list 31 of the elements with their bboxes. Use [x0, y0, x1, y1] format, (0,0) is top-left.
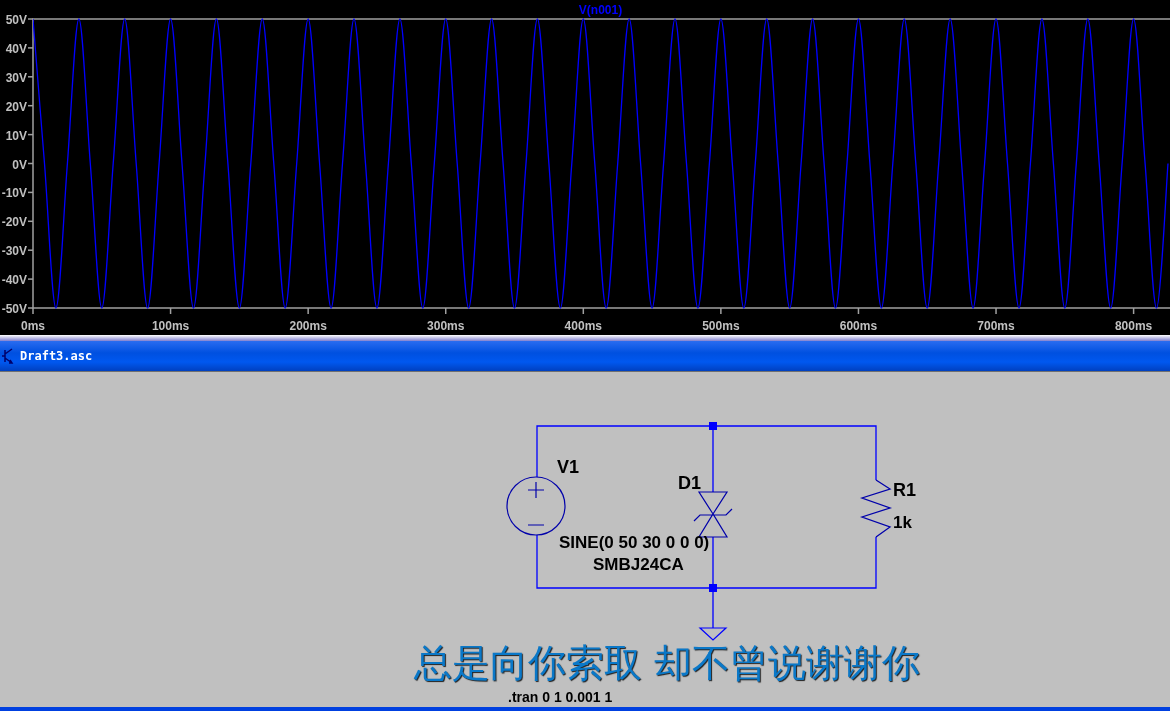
- component-label: SMBJ24CA: [593, 556, 684, 573]
- transistor-icon: [2, 348, 14, 364]
- x-tick-label: 300ms: [427, 319, 465, 333]
- x-tick-label: 200ms: [289, 319, 327, 333]
- y-tick-label: 0V: [12, 157, 27, 172]
- y-tick-label: 20V: [5, 99, 27, 114]
- component-label: .tran 0 1 0.001 1: [508, 690, 613, 704]
- subtitle-caption: 总是向你索取 却不曾说谢谢你: [414, 644, 921, 682]
- component-label: D1: [678, 474, 701, 492]
- y-tick-label: 30V: [5, 70, 27, 85]
- component-label: V1: [557, 458, 580, 476]
- component-label: 1k: [893, 514, 912, 531]
- x-tick-label: 600ms: [839, 319, 878, 333]
- y-tick-label: -50V: [1, 302, 27, 316]
- y-tick-label: 40V: [5, 41, 27, 56]
- chart-title: V(n001): [578, 3, 623, 17]
- y-tick-label: -40V: [1, 273, 27, 288]
- x-tick-label: 400ms: [564, 319, 602, 333]
- y-tick-label: 10V: [5, 128, 27, 143]
- component-label: SINE(0 50 30 0 0 0): [559, 534, 710, 551]
- y-tick-label: -20V: [1, 215, 27, 230]
- x-tick-label: 500ms: [702, 319, 740, 333]
- y-tick-label: -30V: [1, 244, 27, 259]
- y-tick-label: 50V: [5, 13, 27, 27]
- x-tick-label: 100ms: [151, 319, 190, 333]
- x-tick-label: 700ms: [977, 319, 1015, 333]
- y-tick-label: -10V: [1, 186, 27, 201]
- window-title: Draft3.asc: [20, 349, 93, 363]
- x-tick-label: 0ms: [21, 319, 45, 333]
- component-label: R1: [893, 481, 916, 499]
- x-tick-label: 800ms: [1114, 319, 1153, 333]
